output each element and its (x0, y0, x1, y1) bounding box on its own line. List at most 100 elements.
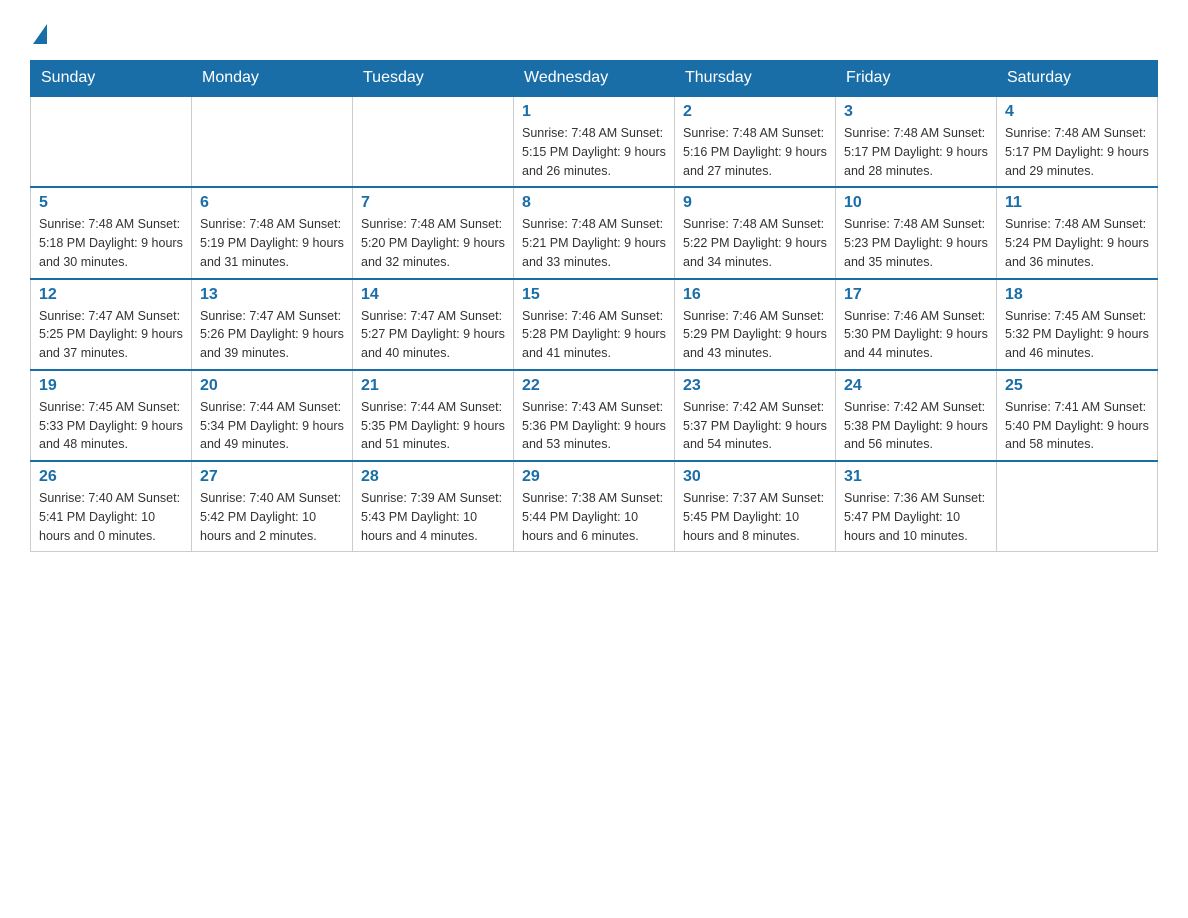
day-info: Sunrise: 7:48 AM Sunset: 5:22 PM Dayligh… (683, 215, 827, 271)
calendar-cell: 3 Sunrise: 7:48 AM Sunset: 5:17 PM Daylig… (836, 96, 997, 187)
calendar-week-row: 12 Sunrise: 7:47 AM Sunset: 5:25 PM Dayli… (31, 279, 1158, 370)
calendar-cell: 6Sunrise: 7:48 AM Sunset: 5:19 PM Daylig… (192, 187, 353, 278)
day-number: 23 (683, 377, 827, 395)
day-info: Sunrise: 7:46 AM Sunset: 5:29 PM Dayligh… (683, 307, 827, 363)
day-number: 17 (844, 286, 988, 304)
calendar-cell: 19 Sunrise: 7:45 AM Sunset: 5:33 PM Dayli… (31, 370, 192, 461)
calendar-cell: 12 Sunrise: 7:47 AM Sunset: 5:25 PM Dayli… (31, 279, 192, 370)
day-info: Sunrise: 7:47 AM Sunset: 5:25 PM Dayligh… (39, 307, 183, 363)
day-number: 25 (1005, 377, 1149, 395)
day-info: Sunrise: 7:39 AM Sunset: 5:43 PM Dayligh… (361, 489, 505, 545)
day-number: 8 (522, 194, 666, 212)
day-number: 11 (1005, 194, 1149, 212)
day-of-week-header: Friday (836, 61, 997, 97)
day-number: 10 (844, 194, 988, 212)
day-info: Sunrise: 7:45 AM Sunset: 5:33 PM Dayligh… (39, 398, 183, 454)
day-of-week-header: Monday (192, 61, 353, 97)
calendar-cell: 13 Sunrise: 7:47 AM Sunset: 5:26 PM Dayli… (192, 279, 353, 370)
day-info: Sunrise: 7:46 AM Sunset: 5:28 PM Dayligh… (522, 307, 666, 363)
day-info: Sunrise: 7:36 AM Sunset: 5:47 PM Dayligh… (844, 489, 988, 545)
day-number: 24 (844, 377, 988, 395)
calendar-table: SundayMondayTuesdayWednesdayThursdayFrid… (30, 60, 1158, 552)
day-number: 12 (39, 286, 183, 304)
calendar-cell: 2Sunrise: 7:48 AM Sunset: 5:16 PM Daylig… (675, 96, 836, 187)
day-info: Sunrise: 7:46 AM Sunset: 5:30 PM Dayligh… (844, 307, 988, 363)
calendar-cell: 24Sunrise: 7:42 AM Sunset: 5:38 PM Dayli… (836, 370, 997, 461)
day-number: 30 (683, 468, 827, 486)
calendar-cell: 18 Sunrise: 7:45 AM Sunset: 5:32 PM Dayli… (997, 279, 1158, 370)
day-of-week-header: Sunday (31, 61, 192, 97)
calendar-cell: 10Sunrise: 7:48 AM Sunset: 5:23 PM Dayli… (836, 187, 997, 278)
day-info: Sunrise: 7:38 AM Sunset: 5:44 PM Dayligh… (522, 489, 666, 545)
day-number: 27 (200, 468, 344, 486)
day-number: 31 (844, 468, 988, 486)
day-number: 18 (1005, 286, 1149, 304)
day-number: 4 (1005, 103, 1149, 121)
day-number: 5 (39, 194, 183, 212)
calendar-cell: 26 Sunrise: 7:40 AM Sunset: 5:41 PM Dayli… (31, 461, 192, 552)
page-header (30, 20, 1158, 44)
calendar-cell: 21Sunrise: 7:44 AM Sunset: 5:35 PM Dayli… (353, 370, 514, 461)
day-info: Sunrise: 7:47 AM Sunset: 5:26 PM Dayligh… (200, 307, 344, 363)
calendar-week-row: 19 Sunrise: 7:45 AM Sunset: 5:33 PM Dayli… (31, 370, 1158, 461)
calendar-week-row: 1 Sunrise: 7:48 AM Sunset: 5:15 PM Daylig… (31, 96, 1158, 187)
day-number: 7 (361, 194, 505, 212)
day-number: 20 (200, 377, 344, 395)
calendar-cell: 23 Sunrise: 7:42 AM Sunset: 5:37 PM Dayli… (675, 370, 836, 461)
day-number: 3 (844, 103, 988, 121)
calendar-cell: 17 Sunrise: 7:46 AM Sunset: 5:30 PM Dayli… (836, 279, 997, 370)
day-number: 14 (361, 286, 505, 304)
day-number: 13 (200, 286, 344, 304)
calendar-cell: 5 Sunrise: 7:48 AM Sunset: 5:18 PM Daylig… (31, 187, 192, 278)
calendar-cell: 31 Sunrise: 7:36 AM Sunset: 5:47 PM Dayli… (836, 461, 997, 552)
day-of-week-header: Tuesday (353, 61, 514, 97)
calendar-cell: 11 Sunrise: 7:48 AM Sunset: 5:24 PM Dayli… (997, 187, 1158, 278)
calendar-cell: 8Sunrise: 7:48 AM Sunset: 5:21 PM Daylig… (514, 187, 675, 278)
calendar-cell: 30 Sunrise: 7:37 AM Sunset: 5:45 PM Dayli… (675, 461, 836, 552)
day-number: 9 (683, 194, 827, 212)
day-info: Sunrise: 7:47 AM Sunset: 5:27 PM Dayligh… (361, 307, 505, 363)
calendar-cell: 15 Sunrise: 7:46 AM Sunset: 5:28 PM Dayli… (514, 279, 675, 370)
day-info: Sunrise: 7:42 AM Sunset: 5:37 PM Dayligh… (683, 398, 827, 454)
day-number: 19 (39, 377, 183, 395)
logo-triangle-icon (33, 24, 47, 44)
calendar-cell: 14 Sunrise: 7:47 AM Sunset: 5:27 PM Dayli… (353, 279, 514, 370)
day-number: 29 (522, 468, 666, 486)
day-of-week-header: Wednesday (514, 61, 675, 97)
day-number: 16 (683, 286, 827, 304)
calendar-cell: 9 Sunrise: 7:48 AM Sunset: 5:22 PM Daylig… (675, 187, 836, 278)
calendar-cell: 20 Sunrise: 7:44 AM Sunset: 5:34 PM Dayli… (192, 370, 353, 461)
day-info: Sunrise: 7:44 AM Sunset: 5:34 PM Dayligh… (200, 398, 344, 454)
calendar-cell: 29 Sunrise: 7:38 AM Sunset: 5:44 PM Dayli… (514, 461, 675, 552)
day-info: Sunrise: 7:45 AM Sunset: 5:32 PM Dayligh… (1005, 307, 1149, 363)
day-number: 2 (683, 103, 827, 121)
calendar-cell (31, 96, 192, 187)
day-info: Sunrise: 7:48 AM Sunset: 5:18 PM Dayligh… (39, 215, 183, 271)
day-number: 22 (522, 377, 666, 395)
day-info: Sunrise: 7:44 AM Sunset: 5:35 PM Dayligh… (361, 398, 505, 454)
calendar-cell: 4Sunrise: 7:48 AM Sunset: 5:17 PM Daylig… (997, 96, 1158, 187)
day-number: 15 (522, 286, 666, 304)
calendar-cell: 7 Sunrise: 7:48 AM Sunset: 5:20 PM Daylig… (353, 187, 514, 278)
day-info: Sunrise: 7:40 AM Sunset: 5:42 PM Dayligh… (200, 489, 344, 545)
calendar-cell: 22 Sunrise: 7:43 AM Sunset: 5:36 PM Dayli… (514, 370, 675, 461)
day-of-week-header: Thursday (675, 61, 836, 97)
day-number: 28 (361, 468, 505, 486)
day-info: Sunrise: 7:40 AM Sunset: 5:41 PM Dayligh… (39, 489, 183, 545)
day-info: Sunrise: 7:48 AM Sunset: 5:20 PM Dayligh… (361, 215, 505, 271)
logo (30, 20, 47, 44)
day-info: Sunrise: 7:43 AM Sunset: 5:36 PM Dayligh… (522, 398, 666, 454)
day-number: 1 (522, 103, 666, 121)
calendar-cell: 1 Sunrise: 7:48 AM Sunset: 5:15 PM Daylig… (514, 96, 675, 187)
day-info: Sunrise: 7:48 AM Sunset: 5:24 PM Dayligh… (1005, 215, 1149, 271)
calendar-week-row: 26 Sunrise: 7:40 AM Sunset: 5:41 PM Dayli… (31, 461, 1158, 552)
calendar-header-row: SundayMondayTuesdayWednesdayThursdayFrid… (31, 61, 1158, 97)
day-info: Sunrise: 7:48 AM Sunset: 5:17 PM Dayligh… (844, 124, 988, 180)
day-of-week-header: Saturday (997, 61, 1158, 97)
day-number: 6 (200, 194, 344, 212)
day-info: Sunrise: 7:48 AM Sunset: 5:15 PM Dayligh… (522, 124, 666, 180)
day-number: 26 (39, 468, 183, 486)
calendar-week-row: 5 Sunrise: 7:48 AM Sunset: 5:18 PM Daylig… (31, 187, 1158, 278)
day-info: Sunrise: 7:37 AM Sunset: 5:45 PM Dayligh… (683, 489, 827, 545)
calendar-cell: 16 Sunrise: 7:46 AM Sunset: 5:29 PM Dayli… (675, 279, 836, 370)
